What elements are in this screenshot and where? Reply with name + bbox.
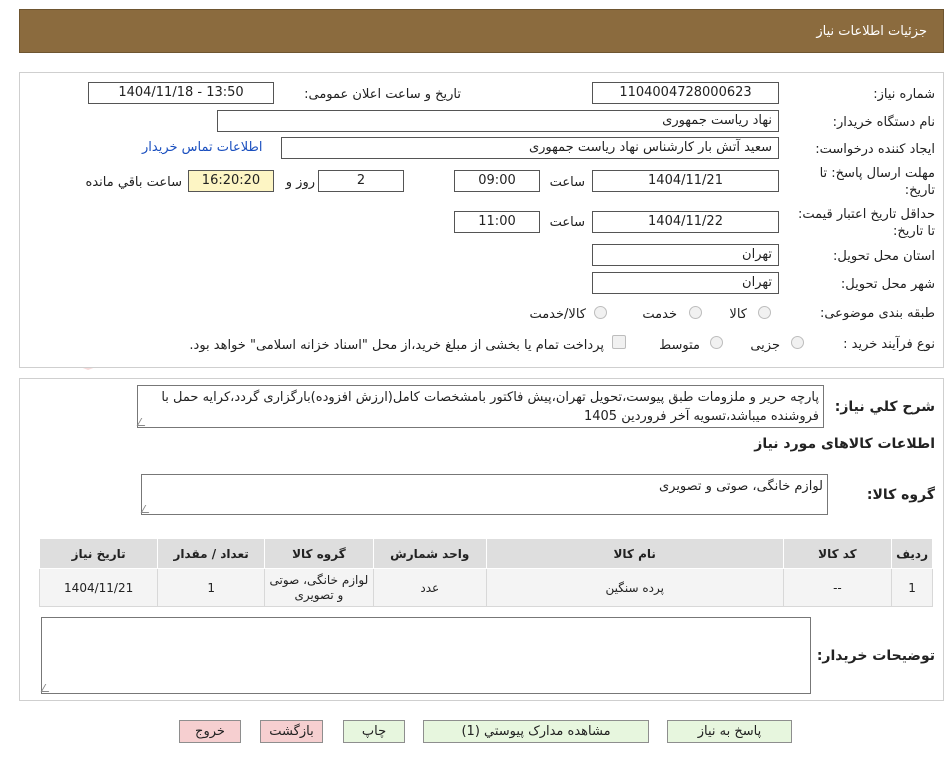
province-field[interactable]: تهران [592, 244, 779, 266]
days-remaining-field[interactable]: 2 [318, 170, 404, 192]
category-option-goods-service: کالا/خدمت [529, 307, 586, 322]
cell-row: 1 [891, 568, 933, 607]
province-label: استان محل تحویل: [833, 249, 935, 264]
description-textarea[interactable]: پارچه حریر و ملزومات طبق پیوست،تحویل تهر… [137, 385, 824, 428]
category-option-goods: کالا [729, 307, 747, 322]
process-option-medium: متوسط [659, 338, 700, 353]
items-table: ردیف کد کالا نام کالا واحد شمارش گروه کا… [38, 538, 933, 607]
process-option-minor: جزیی [750, 338, 780, 353]
col-group: گروه کالا [264, 538, 374, 569]
description-label: شرح كلي نياز: [834, 399, 935, 415]
cell-name: پرده سنگین [485, 568, 784, 607]
print-button[interactable]: چاپ [343, 720, 405, 743]
need-number-field[interactable]: 1104004728000623 [592, 82, 779, 104]
validity-date-field[interactable]: 1404/11/22 [592, 211, 779, 233]
buyer-contact-link[interactable]: اطلاعات تماس خریدار [142, 140, 262, 155]
buyer-notes-resize-handle[interactable] [40, 617, 55, 694]
need-number-label: شماره نیاز: [873, 87, 935, 102]
validity-label: حداقل تاريخ اعتبار قيمت: تا تاريخ: [797, 207, 935, 239]
announce-label: تاريخ و ساعت اعلان عمومی: [304, 87, 461, 102]
cell-code: -- [782, 568, 893, 607]
category-label: طبقه بندی موضوعی: [819, 306, 935, 321]
goods-group-textarea[interactable]: لوازم خانگی، صوتی و تصویری [141, 474, 828, 515]
buyer-notes-textarea[interactable] [41, 617, 811, 694]
treasury-payment-note: پرداخت تمام یا بخشی از مبلغ خرید،از محل … [189, 338, 604, 353]
process-label: نوع فرآيند خريد : [843, 337, 935, 352]
col-unit: واحد شمارش [372, 538, 487, 569]
treasury-payment-checkbox[interactable] [612, 335, 626, 349]
category-option-service: خدمت [642, 307, 677, 322]
col-qty: تعداد / مقدار [157, 538, 265, 569]
items-table-header: ردیف کد کالا نام کالا واحد شمارش گروه کا… [38, 538, 933, 569]
city-field[interactable]: تهران [592, 272, 779, 294]
days-label: روز و [285, 175, 315, 190]
view-attachments-button[interactable]: مشاهده مدارک پيوستي (1) [423, 720, 649, 743]
deadline-time-field[interactable]: 09:00 [454, 170, 540, 192]
cell-qty: 1 [157, 568, 265, 607]
deadline-time-label: ساعت [549, 175, 585, 190]
category-radio-service[interactable] [689, 306, 702, 319]
deadline-label: مهلت ارسال پاسخ: تا تاریخ: [819, 166, 935, 198]
col-code: کد کالا [782, 538, 893, 569]
creator-label: ايجاد کننده درخواست: [815, 142, 935, 157]
buyer-org-label: نام دستگاه خريدار: [832, 115, 935, 130]
back-button[interactable]: بازگشت [260, 720, 323, 743]
col-row: ردیف [891, 538, 933, 569]
process-radio-minor[interactable] [791, 336, 804, 349]
validity-time-label: ساعت [549, 215, 585, 230]
items-table-wrapper: ردیف کد کالا نام کالا واحد شمارش گروه کا… [38, 538, 933, 607]
goods-group-resize-handle[interactable] [140, 474, 155, 515]
buyer-notes-label: توضیحات خریدار: [816, 648, 935, 664]
process-radio-medium[interactable] [710, 336, 723, 349]
announce-field[interactable]: 1404/11/18 - 13:50 [88, 82, 274, 104]
buyer-org-field[interactable]: نهاد ریاست جمهوری [217, 110, 779, 132]
cell-date: 1404/11/21 [38, 568, 159, 607]
category-radio-goods-service[interactable] [594, 306, 607, 319]
city-label: شهر محل تحویل: [840, 277, 935, 292]
creator-field[interactable]: سعید آتش بار کارشناس نهاد ریاست جمهوری [281, 137, 779, 159]
validity-time-field[interactable]: 11:00 [454, 211, 540, 233]
description-resize-handle[interactable] [136, 385, 151, 428]
page-title: جزئيات اطلاعات نياز [816, 24, 927, 39]
col-name: نام کالا [485, 538, 784, 569]
exit-button[interactable]: خروج [179, 720, 241, 743]
reply-button[interactable]: پاسخ به نياز [667, 720, 792, 743]
page-header: جزئيات اطلاعات نياز [19, 9, 944, 53]
cell-group: لوازم خانگی، صوتی و تصویری [264, 568, 374, 607]
col-date: تاریخ نیاز [38, 538, 159, 569]
deadline-date-field[interactable]: 1404/11/21 [592, 170, 779, 192]
table-row[interactable]: 1 -- پرده سنگین عدد لوازم خانگی، صوتی و … [38, 568, 933, 607]
category-radio-goods[interactable] [758, 306, 771, 319]
remaining-time-label: ساعت باقي مانده [85, 175, 182, 190]
remaining-time-field: 16:20:20 [188, 170, 274, 192]
goods-section-title: اطلاعات کالاهای مورد نیاز [754, 436, 935, 452]
goods-group-label: گروه کالا: [866, 487, 935, 503]
cell-unit: عدد [372, 568, 487, 607]
